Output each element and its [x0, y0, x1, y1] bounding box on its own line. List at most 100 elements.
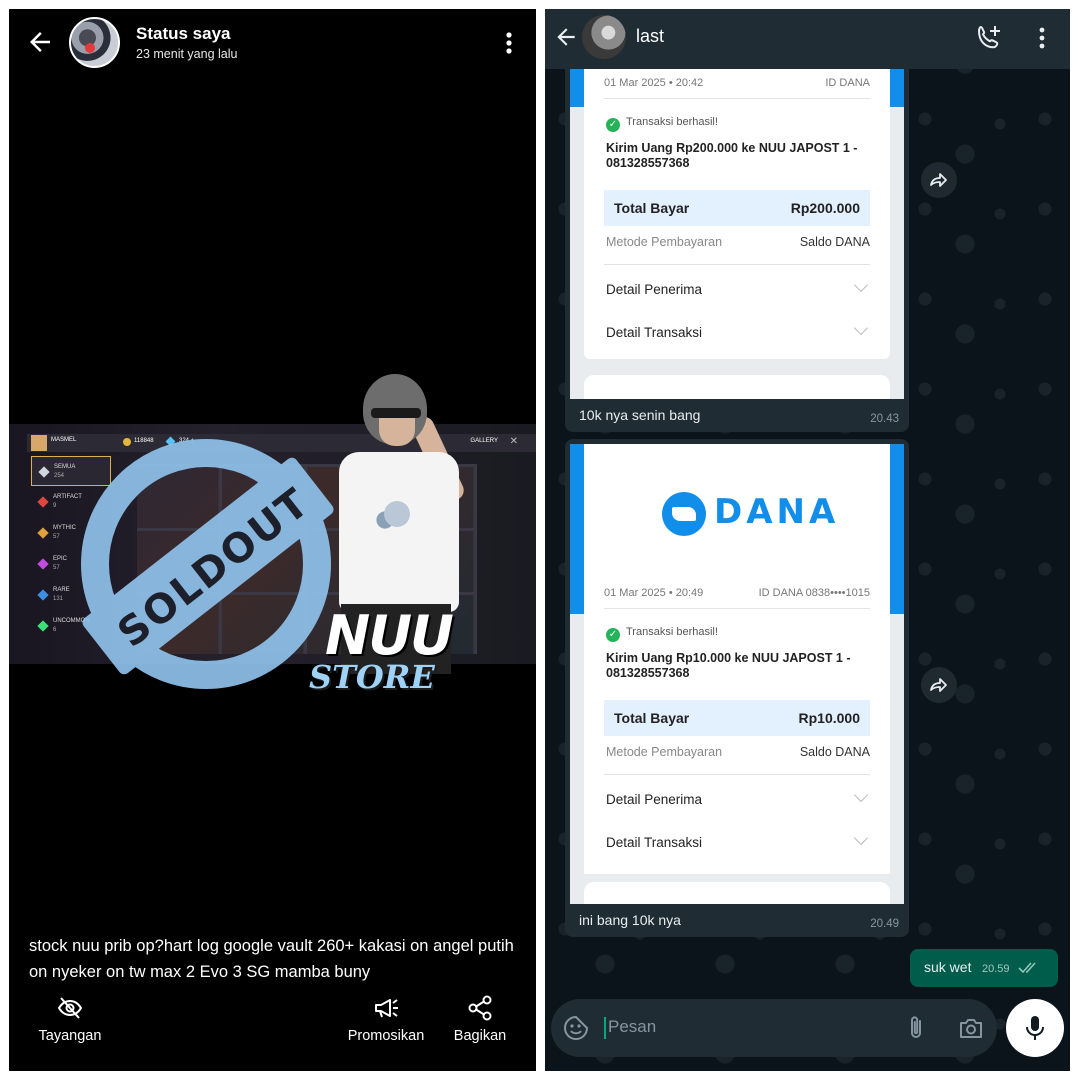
contact-avatar[interactable]	[582, 15, 626, 59]
share-icon	[468, 995, 492, 1021]
soldout-text: SOLDOUT	[109, 479, 319, 657]
chat-screen: last 01 Mar 2025 • 20:42 ID DANA ✓ Transa…	[545, 9, 1070, 1071]
contact-name[interactable]: last	[636, 26, 664, 47]
chat-header: last	[545, 9, 1070, 69]
method-label: Metode Pembayaran	[606, 745, 723, 759]
outgoing-message[interactable]: suk wet 20.59	[910, 949, 1058, 987]
back-arrow-icon[interactable]	[553, 24, 579, 50]
receipt-card: DANA 01 Mar 2025 • 20:49 ID DANA 0838•••…	[584, 444, 890, 874]
message-time: 20.59	[982, 963, 1010, 975]
share-label: Bagikan	[453, 1028, 507, 1044]
chevron-down-icon	[853, 787, 869, 803]
chevron-down-icon	[853, 320, 869, 336]
receipt-description: Kirim Uang Rp10.000 ke NUU JAPOST 1 - 08…	[606, 651, 851, 680]
status-timestamp: 23 menit yang lalu	[136, 47, 238, 61]
views-button[interactable]: Tayangan	[35, 994, 105, 1044]
method-value: Saldo DANA	[799, 235, 870, 249]
rarity-icon	[37, 620, 49, 632]
microphone-icon	[1026, 1016, 1044, 1040]
soldout-stamp: SOLDOUT	[80, 439, 336, 689]
receipt-status: ✓ Transaksi berhasil!	[606, 116, 718, 132]
promote-button[interactable]: Promosikan	[345, 994, 427, 1044]
game-category-semua: SEMUA 254	[31, 456, 111, 486]
message-composer: Pesan	[551, 999, 997, 1057]
voice-message-button[interactable]	[1006, 999, 1064, 1057]
status-image: MASMEL 118848 324 + GALLERY ✕ SEMUA 254 AR…	[9, 364, 536, 724]
message-time: 20.49	[870, 918, 899, 930]
read-receipt-icon	[1018, 962, 1036, 974]
total-label: Total Bayar	[614, 710, 690, 726]
chevron-down-icon	[853, 277, 869, 293]
dana-logo: DANA	[584, 484, 890, 554]
more-options-icon[interactable]	[497, 29, 521, 57]
logo-line2: STORE	[309, 658, 435, 696]
total-value: Rp200.000	[790, 200, 860, 216]
message-input[interactable]: Pesan	[608, 1017, 656, 1037]
method-label: Metode Pembayaran	[606, 235, 723, 249]
receipt-screenshot: 01 Mar 2025 • 20:42 ID DANA ✓ Transaksi b…	[570, 69, 904, 399]
recipient-detail-row: Detail Penerima	[606, 787, 869, 807]
receipt-status-text: Transaksi berhasil!	[626, 116, 718, 128]
payment-method-row: Metode Pembayaran Saldo DANA	[606, 235, 870, 265]
game-coins: 118848	[134, 438, 154, 444]
message-time: 20.43	[870, 413, 899, 425]
camera-icon[interactable]	[957, 1014, 985, 1042]
eye-off-icon	[57, 997, 83, 1019]
views-label: Tayangan	[38, 1028, 102, 1044]
transaction-detail-row: Detail Transaksi	[606, 320, 869, 340]
receipt-description: Kirim Uang Rp200.000 ke NUU JAPOST 1 - 0…	[606, 141, 858, 170]
game-player-name: MASMEL	[51, 437, 77, 443]
share-button[interactable]: Bagikan	[449, 994, 511, 1044]
status-title: Status saya	[136, 24, 231, 43]
total-value: Rp10.000	[798, 710, 860, 726]
recipient-label: Detail Penerima	[606, 282, 703, 297]
payment-method-row: Metode Pembayaran Saldo DANA	[606, 745, 870, 775]
check-icon: ✓	[606, 118, 620, 132]
image-message[interactable]: 01 Mar 2025 • 20:42 ID DANA ✓ Transaksi b…	[565, 69, 909, 432]
message-caption: ini bang 10k nya	[579, 912, 681, 928]
dana-logo-icon	[662, 492, 706, 536]
receipt-id: ID DANA	[825, 77, 870, 89]
store-logo: NUU STORE	[305, 604, 465, 724]
category-label: SEMUA	[54, 464, 76, 470]
avatar[interactable]	[69, 17, 120, 68]
receipt-screenshot: DANA 01 Mar 2025 • 20:49 ID DANA 0838•••…	[570, 444, 904, 904]
transaction-label: Detail Transaksi	[606, 325, 703, 340]
dana-logo-text: DANA	[714, 492, 840, 532]
add-call-icon[interactable]	[975, 23, 1003, 51]
receipt-id: ID DANA 0838••••1015	[758, 587, 870, 599]
sticker-icon[interactable]	[563, 1015, 589, 1041]
category-count: 57	[53, 565, 60, 571]
text-cursor	[604, 1017, 606, 1039]
category-label: EPIC	[53, 556, 68, 562]
category-label: ARTIFACT	[53, 494, 82, 500]
back-arrow-icon[interactable]	[25, 27, 55, 57]
receipt-header: 01 Mar 2025 • 20:42 ID DANA	[604, 69, 870, 99]
forward-button[interactable]	[921, 667, 957, 703]
forward-icon	[930, 173, 947, 187]
receipt-status: ✓ Transaksi berhasil!	[606, 626, 718, 642]
forward-icon	[930, 678, 947, 692]
status-header: Status saya 23 menit yang lalu	[9, 9, 536, 75]
category-label: MYTHIC	[53, 525, 76, 531]
check-icon: ✓	[606, 628, 620, 642]
forward-button[interactable]	[921, 162, 957, 198]
receipt-total: Total Bayar Rp10.000	[604, 700, 870, 736]
more-options-icon[interactable]	[1031, 25, 1053, 51]
chevron-down-icon	[853, 830, 869, 846]
rarity-icon	[38, 466, 50, 478]
coin-icon	[123, 438, 131, 446]
rarity-icon	[37, 527, 49, 539]
receipt-date: 01 Mar 2025 • 20:49	[604, 587, 704, 599]
receipt-card: 01 Mar 2025 • 20:42 ID DANA ✓ Transaksi b…	[584, 69, 890, 359]
receipt-total: Total Bayar Rp200.000	[604, 190, 870, 226]
rarity-icon	[37, 496, 49, 508]
status-caption: stock nuu prib op?hart log google vault …	[29, 937, 514, 981]
attachment-icon[interactable]	[903, 1014, 929, 1042]
rarity-icon	[37, 589, 49, 601]
receipt-header: 01 Mar 2025 • 20:49 ID DANA 0838••••1015	[604, 579, 870, 609]
category-count: 9	[53, 503, 57, 509]
image-message[interactable]: DANA 01 Mar 2025 • 20:49 ID DANA 0838•••…	[565, 439, 909, 937]
game-avatar	[31, 435, 47, 451]
receipt-date: 01 Mar 2025 • 20:42	[604, 77, 704, 89]
